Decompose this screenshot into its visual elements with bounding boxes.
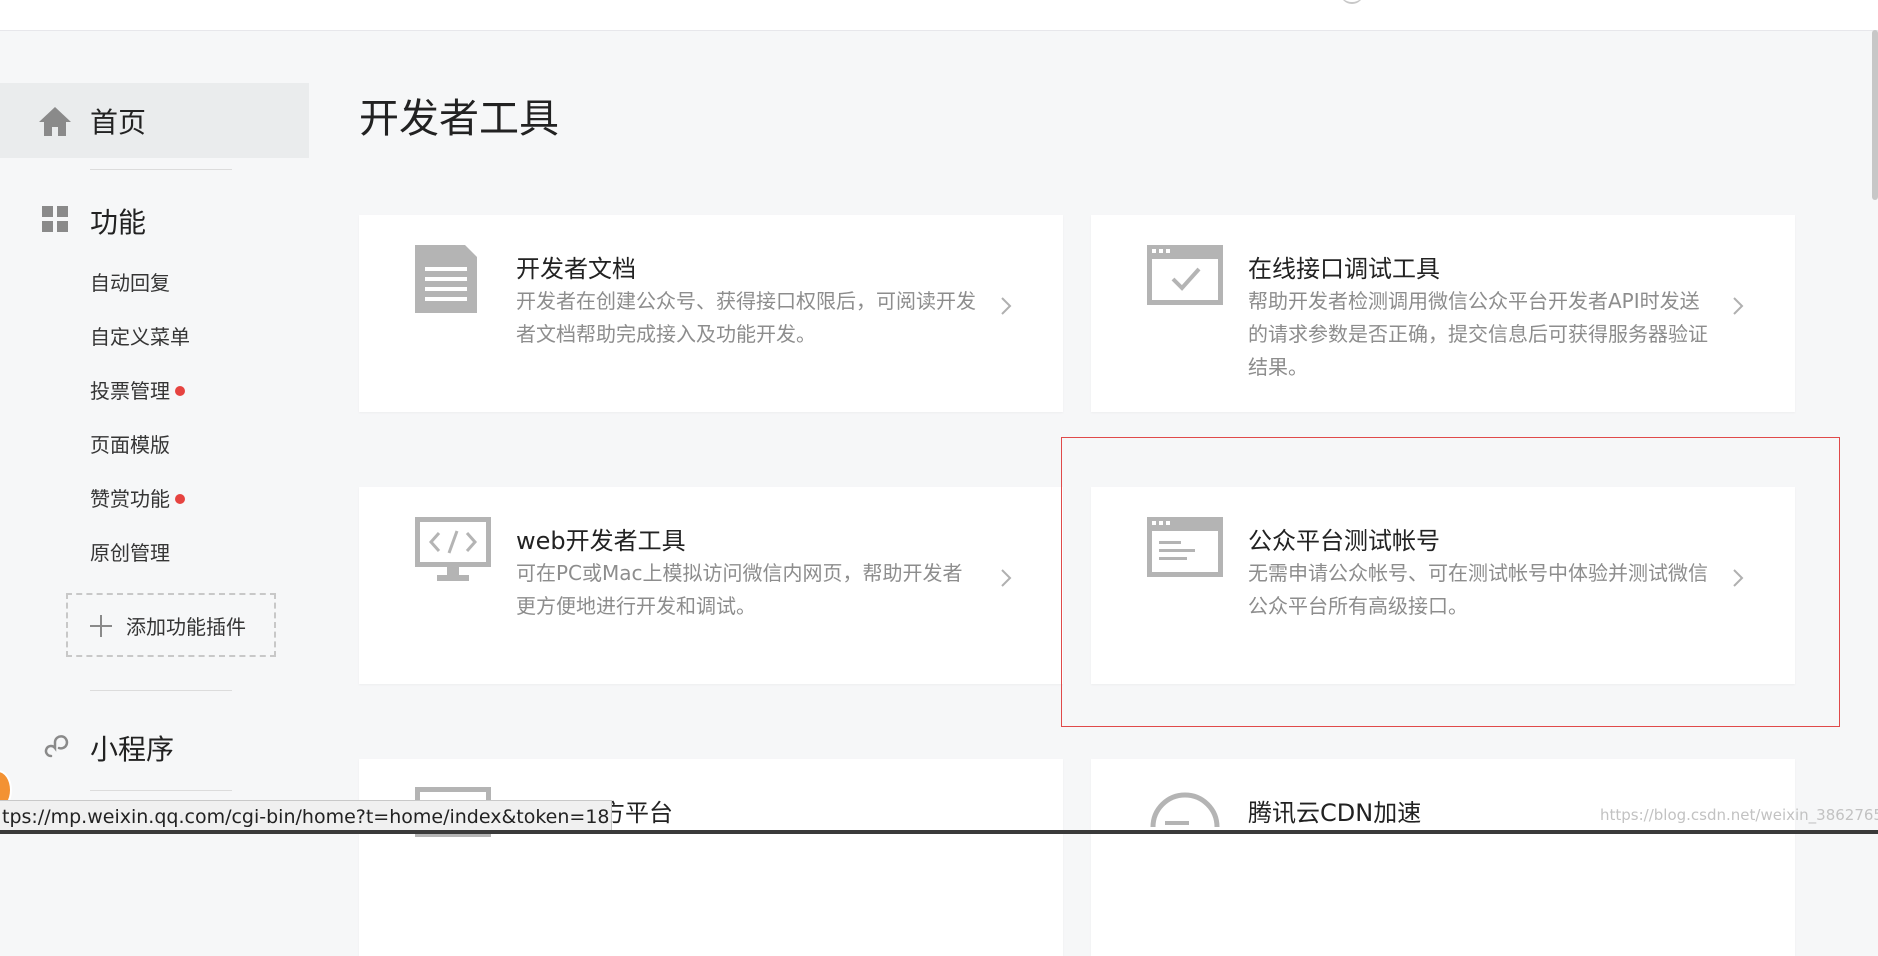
card-title: 开发者文档 [516,255,636,283]
link-icon [44,735,69,758]
monitor-code-icon [415,517,491,581]
sidebar-item-page-template[interactable]: 页面模版 [90,430,170,460]
scrollbar-thumb[interactable] [1872,30,1878,200]
watermark-text: https://blog.csdn.net/weixin_3862765 [1600,806,1878,824]
sidebar-item-custom-menu[interactable]: 自定义菜单 [90,322,190,352]
chevron-right-icon [1001,297,1012,315]
card-web-dev-tool[interactable]: web开发者工具 可在PC或Mac上模拟访问微信内网页，帮助开发者更方便地进行开… [359,487,1063,684]
sidebar-item-reward[interactable]: 赞赏功能 [90,484,185,514]
sidebar-item-label: 自动回复 [90,271,170,295]
sidebar-item-home[interactable]: 首页 [0,83,309,158]
sidebar-section-features-label: 功能 [90,206,147,239]
notification-dot [175,494,185,504]
sidebar-item-label: 投票管理 [90,379,170,403]
page-title: 开发者工具 [359,96,559,142]
sidebar-item-label: 页面模版 [90,433,170,457]
sidebar: 首页 功能 自动回复 自定义菜单 投票管理 页面模版 赞赏功能 原创管理 添加功… [0,30,310,834]
sidebar-item-home-label: 首页 [90,106,147,139]
add-plugin-button[interactable]: 添加功能插件 [66,593,276,657]
notification-dot [175,386,185,396]
add-plugin-label: 添加功能插件 [126,615,246,639]
sidebar-item-original[interactable]: 原创管理 [90,538,170,568]
card-title: web开发者工具 [516,527,686,555]
card-title: 在线接口调试工具 [1248,255,1440,283]
browser-status-url: tps://mp.weixin.qq.com/cgi-bin/home?t=ho… [0,800,612,834]
sidebar-item-auto-reply[interactable]: 自动回复 [90,268,170,298]
chevron-right-icon [1733,297,1744,315]
chevron-right-icon [1001,569,1012,587]
top-header-bar [0,0,1878,31]
sidebar-section-features[interactable]: 功能 [0,195,309,245]
sidebar-divider [90,169,232,170]
card-tencent-cdn[interactable]: 腾讯云CDN加速 [1091,759,1795,956]
card-api-debug-tool[interactable]: 在线接口调试工具 帮助开发者检测调用微信公众平台开发者API时发送的请求参数是否… [1091,215,1795,412]
sidebar-item-vote-manage[interactable]: 投票管理 [90,376,185,406]
header-decoration [1340,0,1364,4]
sidebar-item-label: 原创管理 [90,541,170,565]
card-developer-docs[interactable]: 开发者文档 开发者在创建公众号、获得接口权限后，可阅读开发者文档帮助完成接入及功… [359,215,1063,412]
sidebar-item-label: 赞赏功能 [90,487,170,511]
card-third-party-platform[interactable]: 三方平台 [359,759,1063,956]
grid-icon [42,206,68,232]
sidebar-divider [90,790,232,791]
taskbar-edge [0,830,1878,834]
cloud-icon [1150,792,1220,828]
sidebar-item-label: 自定义菜单 [90,325,190,349]
home-icon [39,107,71,136]
sidebar-section-miniprogram-label: 小程序 [90,733,175,766]
highlight-annotation-box [1061,437,1840,727]
card-description: 帮助开发者检测调用微信公众平台开发者API时发送的请求参数是否正确，提交信息后可… [1248,289,1708,379]
browser-check-icon [1147,245,1223,305]
card-description: 开发者在创建公众号、获得接口权限后，可阅读开发者文档帮助完成接入及功能开发。 [516,289,976,346]
sidebar-divider [90,690,232,691]
document-icon [415,245,477,313]
card-description: 可在PC或Mac上模拟访问微信内网页，帮助开发者更方便地进行开发和调试。 [516,561,963,618]
plus-icon [90,615,112,637]
sidebar-section-miniprogram[interactable]: 小程序 [0,722,309,772]
card-title: 腾讯云CDN加速 [1248,799,1422,827]
